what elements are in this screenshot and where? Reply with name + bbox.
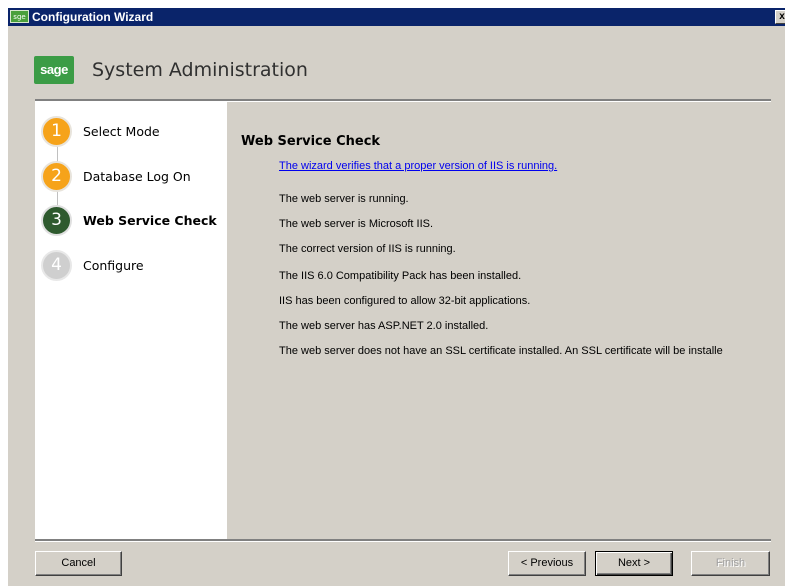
wizard-header: sage System Administration [8,26,785,99]
status-message: The IIS 6.0 Compatibility Pack has been … [279,270,522,282]
step-label: Web Service Check [83,213,217,228]
step-number-badge: 1 [41,116,72,147]
step-label: Select Mode [83,124,160,139]
step-web-service-check: 3 Web Service Check [35,205,227,237]
footer-divider [35,539,771,542]
step-number-badge: 2 [41,161,72,192]
wizard-window: sge Configuration Wizard x sage System A… [8,8,785,586]
finish-button[interactable]: Finish [691,551,770,576]
status-message: The web server has ASP.NET 2.0 installed… [279,320,489,332]
status-message: The correct version of IIS is running. [279,243,456,255]
steps-sidebar: 1 Select Mode 2 Database Log On 3 Web Se… [35,102,227,539]
status-message: IIS has been configured to allow 32-bit … [279,295,531,307]
window-title: Configuration Wizard [32,10,154,24]
cancel-button[interactable]: Cancel [35,551,122,576]
sage-logo: sage [34,56,74,84]
title-bar[interactable]: sge Configuration Wizard x [8,8,785,26]
step-label: Configure [83,258,144,273]
next-button[interactable]: Next > [595,551,673,576]
intro-link[interactable]: The wizard verifies that a proper versio… [279,160,557,172]
step-database-log-on: 2 Database Log On [35,161,227,193]
status-message: The web server is Microsoft IIS. [279,218,434,230]
section-title: Web Service Check [241,134,381,149]
step-configure: 4 Configure [35,250,227,282]
content-panel: Web Service Check The wizard verifies th… [227,102,785,539]
status-message: The web server does not have an SSL cert… [279,345,723,357]
step-number-badge: 4 [41,250,72,281]
status-message: The web server is running. [279,193,409,205]
previous-button[interactable]: < Previous [508,551,586,576]
app-icon: sge [10,10,29,23]
close-button[interactable]: x [775,10,785,24]
step-label: Database Log On [83,169,191,184]
step-number-badge: 3 [41,205,72,236]
step-select-mode: 1 Select Mode [35,116,227,148]
app-title: System Administration [92,59,308,81]
